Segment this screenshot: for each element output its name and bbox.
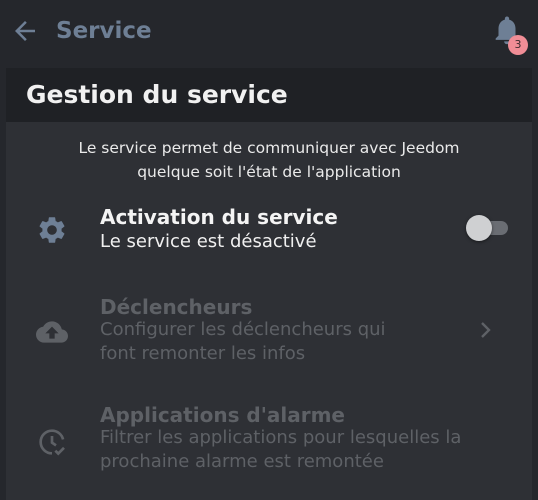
setting-subtitle: Filtrer les applications pour lesquelles… (100, 426, 461, 474)
setting-subtitle-line: Filtrer les applications pour lesquelles… (100, 427, 462, 448)
page-title: Service (56, 18, 152, 44)
service-description: Le service permet de communiquer avec Je… (6, 136, 532, 184)
description-line: quelque soit l'état de l'application (137, 163, 401, 181)
chevron-right-icon (481, 322, 491, 338)
notifications-button[interactable]: 3 (490, 12, 530, 56)
setting-subtitle: Le service est désactivé (100, 230, 317, 254)
app-bar: Service 3 (0, 0, 538, 64)
alarm-check-icon (39, 429, 65, 456)
setting-title: Déclencheurs (100, 295, 253, 319)
description-line: Le service permet de communiquer avec Je… (78, 139, 460, 157)
toggle-thumb (466, 215, 492, 241)
setting-title: Activation du service (100, 205, 338, 229)
setting-triggers[interactable]: Déclencheurs Configurer les déclencheurs… (6, 294, 532, 372)
setting-subtitle-line: Configurer les déclencheurs qui (100, 319, 386, 340)
notification-badge: 3 (508, 35, 528, 55)
setting-subtitle-line: Le service est désactivé (100, 231, 317, 252)
panel-title: Gestion du service (26, 80, 288, 109)
back-arrow-icon[interactable] (10, 16, 40, 46)
setting-service-activation[interactable]: Activation du service Le service est dés… (6, 200, 532, 262)
setting-alarm-apps[interactable]: Applications d'alarme Filtrer les applic… (6, 402, 532, 482)
service-panel: Gestion du service Le service permet de … (6, 68, 532, 500)
gear-icon (39, 217, 65, 243)
cloud-upload-icon (36, 321, 68, 343)
setting-subtitle-line: font remonter les infos (100, 343, 306, 364)
setting-title: Applications d'alarme (100, 403, 345, 427)
service-toggle[interactable] (466, 215, 510, 241)
setting-subtitle-line: prochaine alarme est remontée (100, 451, 384, 472)
panel-header: Gestion du service (6, 68, 532, 122)
setting-subtitle: Configurer les déclencheurs qui font rem… (100, 318, 386, 366)
